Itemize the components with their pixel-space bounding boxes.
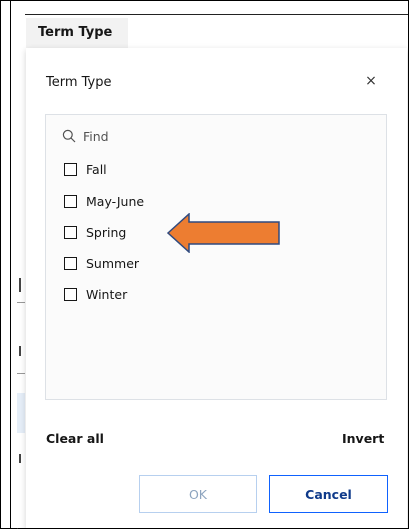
dialog-title: Term Type [46, 75, 112, 90]
background-fragment [19, 346, 21, 356]
option-summer[interactable]: Summer [64, 253, 139, 273]
background-divider [17, 302, 25, 303]
ok-button[interactable]: OK [139, 475, 257, 513]
option-label: Fall [86, 161, 107, 177]
option-label: Summer [86, 255, 140, 271]
invert-link[interactable]: Invert [342, 431, 384, 446]
arrow-left-icon [167, 213, 280, 253]
term-type-filter-dialog: Term Type × Fall May-June Spring Summer [26, 48, 407, 528]
search-input[interactable] [83, 128, 343, 144]
option-spring[interactable]: Spring [64, 222, 126, 242]
checkbox[interactable] [64, 225, 77, 239]
search-field[interactable] [62, 125, 362, 147]
options-list: Fall May-June Spring Summer Winter [45, 114, 387, 400]
search-icon [62, 129, 76, 143]
checkbox[interactable] [64, 256, 77, 270]
checkbox[interactable] [64, 162, 77, 176]
close-icon[interactable]: × [364, 74, 378, 88]
term-type-tab[interactable]: Term Type [26, 18, 128, 48]
checkbox[interactable] [64, 194, 77, 208]
background-highlight [17, 393, 25, 433]
clear-all-link[interactable]: Clear all [46, 431, 104, 446]
option-label: Spring [86, 224, 127, 240]
option-label: May-June [86, 193, 145, 209]
background-panel [17, 14, 25, 528]
background-divider [17, 373, 25, 374]
cancel-button[interactable]: Cancel [269, 475, 388, 513]
background-fragment [19, 454, 21, 463]
option-fall[interactable]: Fall [64, 159, 107, 179]
option-may-june[interactable]: May-June [64, 191, 144, 211]
left-panel-divider [10, 0, 11, 529]
option-label: Winter [86, 286, 128, 302]
background-fragment [19, 278, 21, 292]
checkbox[interactable] [64, 287, 77, 301]
option-winter[interactable]: Winter [64, 284, 127, 304]
